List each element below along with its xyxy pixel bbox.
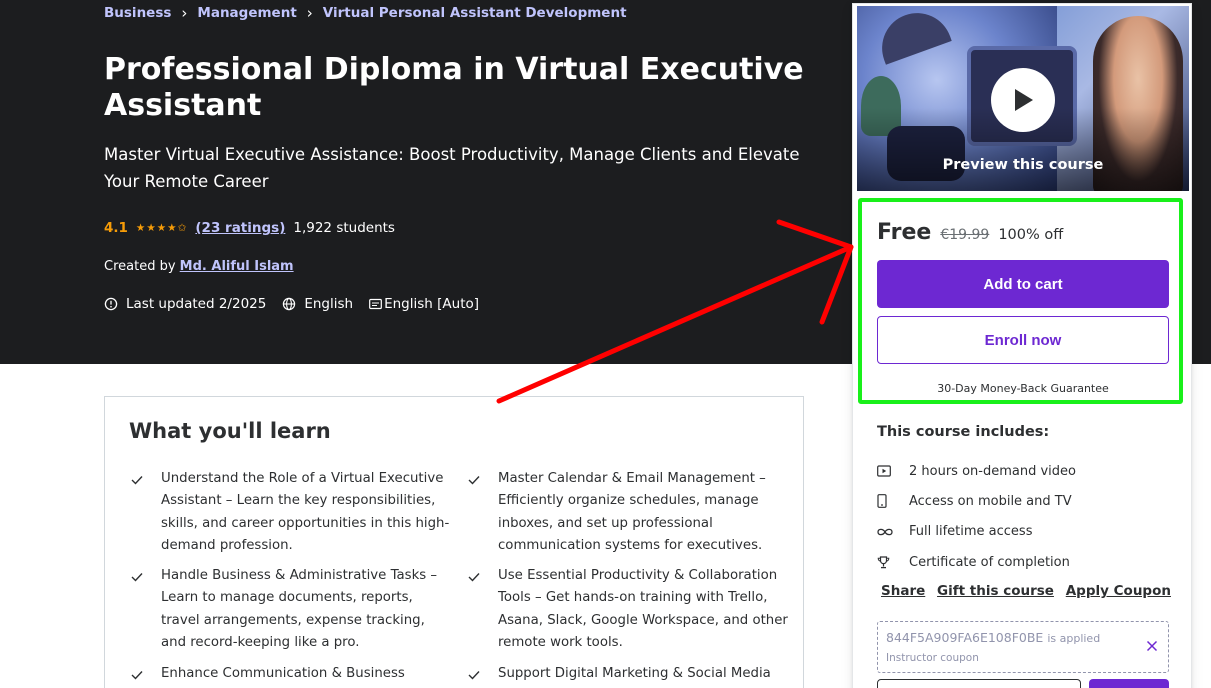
list-item: Full lifetime access (877, 517, 1076, 547)
created-by: Created by Md. Aliful Islam (104, 259, 294, 274)
breadcrumb-management[interactable]: Management (197, 5, 296, 21)
purchase-card: Preview this course Free €19.99 100% off… (852, 3, 1192, 688)
learn-item: Handle Business & Administrative Tasks –… (129, 565, 451, 655)
coupon-code-text: 844F5A909FA6E108F0BE (886, 630, 1044, 645)
learn-item-text: Support Digital Marketing & Social Media (498, 666, 771, 681)
course-subtitle: Master Virtual Executive Assistance: Boo… (104, 145, 800, 191)
discount-percent: 100% off (998, 227, 1064, 243)
include-text: Access on mobile and TV (909, 493, 1072, 509)
learn-item: Enhance Communication & Business (129, 663, 451, 688)
price-row: Free €19.99 100% off (877, 220, 1063, 245)
includes-list: 2 hours on-demand video Access on mobile… (877, 456, 1076, 577)
course-meta: Last updated 2/2025 English English [Aut… (104, 296, 495, 312)
include-text: 2 hours on-demand video (909, 463, 1076, 479)
coupon-code: 844F5A909FA6E108F0BE is applied (886, 630, 1100, 645)
globe-icon (283, 297, 296, 311)
preview-course-label[interactable]: Preview this course (857, 157, 1189, 173)
captions-text: English [Auto] (384, 296, 480, 312)
coupon-applied-text: is applied (1047, 632, 1101, 645)
share-button[interactable]: Share (881, 583, 925, 599)
close-icon (1146, 640, 1158, 652)
checkmark-icon (129, 663, 161, 688)
rating-value: 4.1 (104, 220, 128, 236)
coupon-apply-button[interactable] (1089, 679, 1169, 688)
learn-item: Understand the Role of a Virtual Executi… (129, 468, 451, 558)
gift-course-button[interactable]: Gift this course (937, 583, 1054, 599)
last-updated: Last updated 2/2025 (104, 296, 266, 312)
rating-row: 4.1 ★★★★✩ (23 ratings) 1,922 students (104, 219, 395, 237)
learn-item-text: Understand the Role of a Virtual Executi… (161, 471, 450, 554)
checkmark-icon (466, 565, 498, 655)
checkmark-icon (466, 468, 498, 558)
infinity-icon (877, 528, 909, 536)
mobile-icon (877, 494, 909, 509)
checkmark-icon (129, 565, 161, 655)
include-text: Full lifetime access (909, 524, 1033, 540)
course-title: Professional Diploma in Virtual Executiv… (104, 52, 804, 123)
breadcrumb-separator: › (306, 4, 313, 22)
coupon-input[interactable] (877, 679, 1081, 688)
course-preview-video[interactable]: Preview this course (857, 6, 1189, 191)
includes-title: This course includes: (877, 424, 1050, 440)
instructor-link[interactable]: Md. Aliful Islam (180, 259, 294, 274)
closed-captions-icon (369, 298, 382, 310)
include-text: Certificate of completion (909, 554, 1070, 570)
star-rating-icon: ★★★★✩ (135, 222, 188, 234)
last-updated-text: Last updated 2/2025 (126, 296, 267, 312)
breadcrumb: Business › Management › Virtual Personal… (104, 4, 627, 22)
coupon-label: Instructor coupon (886, 652, 979, 664)
applied-coupon: 844F5A909FA6E108F0BE is applied Instruct… (877, 621, 1169, 673)
learn-item-text: Handle Business & Administrative Tasks –… (161, 568, 438, 651)
breadcrumb-virtual-assistant[interactable]: Virtual Personal Assistant Development (323, 5, 627, 21)
apply-coupon-button[interactable]: Apply Coupon (1066, 583, 1171, 599)
checkmark-icon (466, 663, 498, 688)
learn-item-text: Master Calendar & Email Management – Eff… (498, 471, 766, 554)
card-links: Share Gift this course Apply Coupon (881, 583, 1171, 599)
list-item: Access on mobile and TV (877, 486, 1076, 516)
language: English (282, 296, 353, 312)
learn-title: What you'll learn (129, 419, 331, 443)
money-back-guarantee: 30-Day Money-Back Guarantee (937, 382, 1109, 395)
students-count: 1,922 students (293, 220, 395, 236)
learn-item-text: Use Essential Productivity & Collaborati… (498, 568, 788, 651)
play-icon (1015, 89, 1033, 111)
add-to-cart-button[interactable]: Add to cart (877, 260, 1169, 308)
list-item: Certificate of completion (877, 547, 1076, 577)
alert-clock-icon (104, 297, 118, 311)
learn-item-text: Enhance Communication & Business (161, 666, 405, 681)
video-icon (877, 465, 909, 477)
breadcrumb-separator: › (181, 4, 188, 22)
list-item: 2 hours on-demand video (877, 456, 1076, 486)
breadcrumb-business[interactable]: Business (104, 5, 171, 21)
current-price: Free (877, 220, 932, 245)
created-by-label: Created by (104, 259, 176, 274)
remove-coupon-button[interactable] (1146, 637, 1158, 656)
learn-item: Use Essential Productivity & Collaborati… (466, 565, 788, 655)
trophy-icon (877, 555, 909, 569)
ratings-count-link[interactable]: (23 ratings) (195, 220, 285, 236)
learn-item: Master Calendar & Email Management – Eff… (466, 468, 788, 558)
captions: English [Auto] (369, 296, 479, 312)
learn-item: Support Digital Marketing & Social Media (466, 663, 788, 688)
language-text: English (304, 296, 354, 312)
play-button[interactable] (991, 68, 1055, 132)
what-youll-learn: What you'll learn Understand the Role of… (104, 396, 804, 688)
checkmark-icon (129, 468, 161, 558)
enroll-now-button[interactable]: Enroll now (877, 316, 1169, 364)
original-price: €19.99 (940, 227, 990, 243)
